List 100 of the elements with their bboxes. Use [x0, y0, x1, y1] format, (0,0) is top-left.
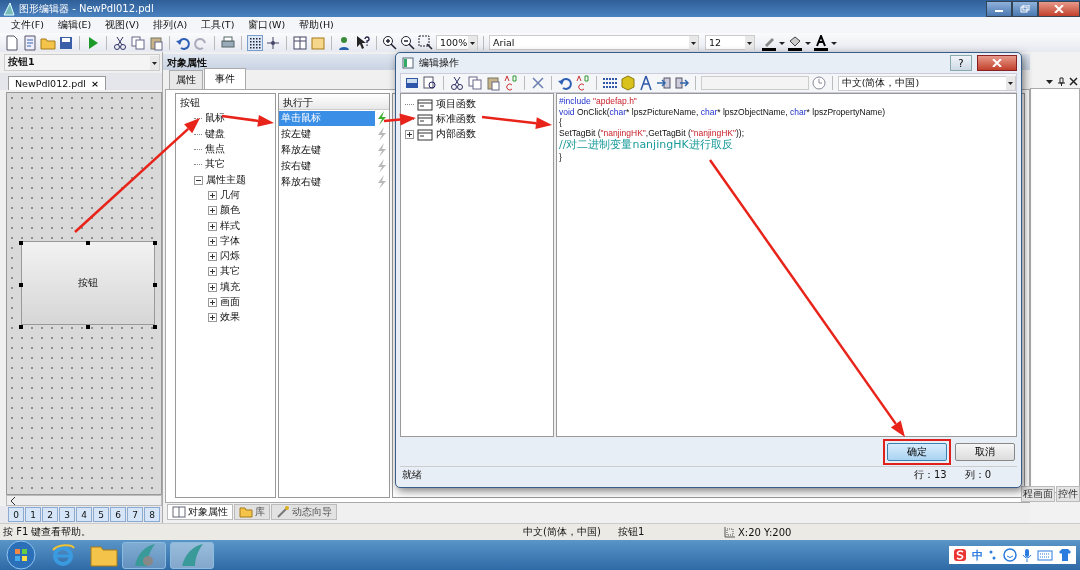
tree-item[interactable]: 样式 — [220, 219, 240, 233]
bars-icon[interactable] — [601, 75, 618, 91]
tree-item[interactable]: 内部函数 — [436, 128, 476, 141]
panel-tab[interactable]: 属性 — [169, 70, 203, 89]
abc-icon[interactable] — [503, 75, 519, 91]
object-combo[interactable]: 按钮1 — [4, 54, 160, 71]
text-color-icon[interactable] — [813, 34, 829, 51]
dialog-button[interactable]: 取消 — [955, 442, 1015, 461]
selection-handle[interactable] — [153, 241, 157, 245]
save-icon[interactable] — [58, 34, 74, 51]
panel-tab[interactable]: 库 — [234, 504, 270, 520]
abc-icon[interactable] — [574, 75, 591, 91]
tree-item[interactable]: 颜色 — [220, 204, 240, 218]
event-item[interactable]: 按右键 — [279, 158, 375, 174]
selection-handle[interactable] — [19, 283, 23, 287]
export-icon[interactable] — [673, 75, 690, 91]
layer-tab[interactable]: 8 — [144, 507, 160, 522]
print-icon[interactable] — [220, 34, 236, 51]
zoom-in-icon[interactable] — [382, 34, 398, 51]
smiley-icon[interactable] — [1003, 548, 1017, 562]
tree-item[interactable]: 画面 — [220, 296, 240, 309]
zoom-out-icon[interactable] — [400, 34, 416, 51]
tree-item[interactable]: 属性主题 — [206, 173, 246, 187]
selection-handle[interactable] — [153, 283, 157, 287]
expand-icon[interactable] — [208, 221, 217, 231]
find-icon[interactable] — [422, 75, 438, 91]
tree-item[interactable]: 焦点 — [205, 143, 225, 157]
menu-item[interactable]: 排列(A) — [153, 18, 188, 32]
layer-tab[interactable]: 2 — [42, 507, 58, 522]
clock-icon[interactable] — [810, 75, 827, 91]
tree-item[interactable]: 标准函数 — [436, 113, 476, 126]
horizontal-scrollbar[interactable] — [6, 495, 162, 506]
menu-item[interactable]: 文件(F) — [11, 18, 44, 32]
font-size-combo[interactable]: 12 — [705, 35, 755, 50]
start-button[interactable] — [6, 540, 36, 570]
language-combo[interactable]: 中文(简体，中国) — [837, 75, 1016, 91]
canvas-button[interactable]: 按钮 — [21, 241, 155, 325]
tree-item[interactable]: 其它 — [220, 265, 240, 279]
selection-handle[interactable] — [86, 241, 90, 245]
selection-handle[interactable] — [19, 325, 23, 329]
minimize-button[interactable] — [986, 0, 1012, 17]
selection-handle[interactable] — [153, 325, 157, 329]
selection-handle[interactable] — [19, 241, 23, 245]
tab-close-button[interactable]: × — [91, 78, 99, 89]
zoom-area-icon[interactable] — [418, 34, 434, 51]
punctuation-icon[interactable] — [988, 548, 998, 562]
microphone-icon[interactable] — [1022, 548, 1032, 562]
tree-item[interactable]: 字体 — [220, 234, 240, 248]
tree-item[interactable]: 键盘 — [205, 127, 225, 141]
panel-tab[interactable]: 动态向导 — [271, 504, 337, 520]
text-field[interactable] — [700, 76, 809, 90]
menu-item[interactable]: 编辑(E) — [57, 18, 92, 32]
help-button[interactable]: ? — [950, 55, 972, 71]
tree-item[interactable]: 效果 — [220, 311, 240, 325]
expand-icon[interactable] — [208, 236, 217, 246]
zoom-combo[interactable]: 100% — [436, 35, 478, 50]
pin-icon[interactable] — [1057, 76, 1066, 86]
tree-item[interactable]: 其它 — [205, 158, 225, 172]
ime-logo-icon[interactable] — [953, 548, 967, 562]
import-icon[interactable] — [655, 75, 672, 91]
layer-tab[interactable]: 4 — [76, 507, 92, 522]
expand-icon[interactable] — [405, 130, 414, 139]
selection-handle[interactable] — [86, 325, 90, 329]
browser-icon[interactable] — [50, 542, 76, 568]
close-icon[interactable] — [1069, 76, 1078, 86]
layer-tab[interactable]: 3 — [59, 507, 75, 522]
menu-item[interactable]: 帮助(H) — [299, 18, 334, 32]
event-item[interactable]: 释放右键 — [279, 174, 375, 190]
shirt-icon[interactable] — [1058, 548, 1072, 562]
delete-icon[interactable] — [529, 75, 546, 91]
document-tab[interactable]: NewPdl012.pdl × — [8, 76, 106, 90]
event-item[interactable]: 释放左键 — [279, 142, 375, 158]
dialog-button[interactable]: 确定 — [887, 442, 947, 461]
close-button[interactable] — [977, 55, 1017, 71]
folder-icon[interactable] — [90, 543, 118, 567]
expand-icon[interactable] — [208, 298, 217, 307]
expand-icon[interactable] — [208, 267, 217, 277]
new-file-icon[interactable] — [4, 34, 20, 51]
expand-icon[interactable] — [208, 313, 217, 323]
event-item[interactable]: 按左键 — [279, 126, 375, 142]
paste-icon[interactable] — [485, 75, 501, 91]
tree-item[interactable]: 鼠标 — [205, 112, 225, 126]
panel-tab[interactable]: 事件 — [204, 68, 246, 89]
compass-icon[interactable] — [637, 75, 654, 91]
layout-icon[interactable] — [292, 34, 308, 51]
menu-item[interactable]: 视图(V) — [105, 18, 140, 32]
panel-tab[interactable]: 控件 — [1056, 486, 1080, 502]
compile-icon[interactable] — [404, 75, 420, 91]
expand-icon[interactable] — [208, 282, 217, 292]
font-combo[interactable]: Arial — [489, 35, 699, 50]
tree-item[interactable]: 几何 — [220, 188, 240, 202]
close-button[interactable] — [1038, 0, 1080, 17]
cut-icon[interactable] — [112, 34, 128, 51]
layer-tab[interactable]: 6 — [110, 507, 126, 522]
collapse-icon[interactable] — [194, 175, 203, 185]
menu-item[interactable]: 工具(T) — [201, 18, 235, 32]
tree-item[interactable]: 项目函数 — [436, 98, 476, 111]
expand-icon[interactable] — [208, 252, 217, 262]
layer-tab[interactable]: 7 — [127, 507, 143, 522]
menu-item[interactable]: 窗口(W) — [248, 18, 286, 32]
